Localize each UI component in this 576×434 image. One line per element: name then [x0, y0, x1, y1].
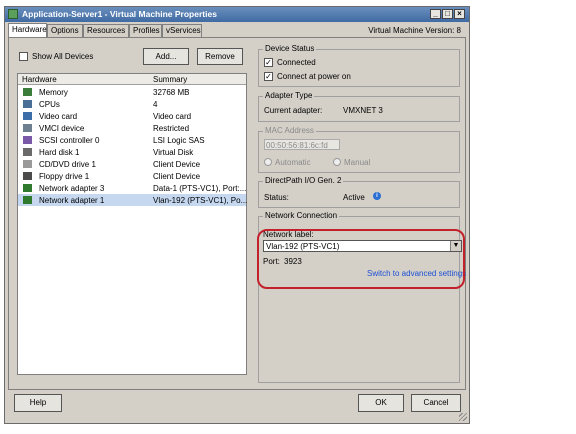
ok-button[interactable]: OK	[358, 394, 404, 412]
adapter-type-title: Adapter Type	[263, 91, 315, 100]
resize-grip[interactable]	[459, 413, 467, 421]
hardware-summary: Client Device	[153, 172, 201, 181]
hardware-summary: Restricted	[153, 124, 190, 133]
hardware-row[interactable]: Network adapter 1 Vlan-192 (PTS-VC1), Po.…	[18, 194, 248, 206]
directpath-group: DirectPath I/O Gen. 2 Status: Active i	[258, 176, 460, 208]
tab-resources[interactable]: Resources	[83, 24, 129, 37]
remove-button[interactable]: Remove	[197, 48, 243, 65]
hard-disk-icon	[23, 148, 32, 156]
hardware-row[interactable]: Network adapter 3 Data-1 (PTS-VC1), Port:…	[18, 182, 246, 194]
hardware-row[interactable]: Memory 32768 MB	[18, 86, 246, 98]
hardware-name: Memory	[39, 88, 68, 97]
current-adapter-value: VMXNET 3	[343, 106, 383, 115]
hardware-name: Floppy drive 1	[39, 172, 90, 181]
device-status-title: Device Status	[263, 44, 317, 53]
hardware-name: SCSI controller 0	[39, 136, 100, 145]
mac-address-title: MAC Address	[263, 126, 316, 135]
close-button[interactable]: ×	[454, 9, 465, 19]
cancel-button[interactable]: Cancel	[411, 394, 461, 412]
tab-vservices[interactable]: vServices	[162, 24, 202, 37]
mac-address-field[interactable]: 00:50:56:81:6c:fd	[264, 139, 340, 150]
add-button[interactable]: Add...	[143, 48, 189, 65]
vm-properties-window: Application-Server1 - Virtual Machine Pr…	[4, 6, 470, 424]
maximize-button[interactable]: □	[442, 9, 453, 19]
show-all-devices-checkbox[interactable]	[19, 52, 28, 61]
show-all-devices-label: Show All Devices	[32, 52, 94, 61]
vmci-icon	[23, 124, 32, 132]
column-summary[interactable]: Summary	[153, 75, 187, 84]
connect-at-power-on-label: Connect at power on	[277, 72, 351, 81]
scsi-icon	[23, 136, 32, 144]
floppy-icon	[23, 172, 32, 180]
hardware-row[interactable]: VMCI device Restricted	[18, 122, 246, 134]
tab-hardware[interactable]: Hardware	[8, 23, 47, 37]
hardware-list-header: Hardware Summary	[18, 74, 246, 85]
tab-profiles[interactable]: Profiles	[129, 24, 162, 37]
hardware-name: Network adapter 3	[39, 184, 105, 193]
hardware-row[interactable]: CD/DVD drive 1 Client Device	[18, 158, 246, 170]
mac-address-value: 00:50:56:81:6c:fd	[266, 141, 328, 150]
help-button[interactable]: Help	[14, 394, 62, 412]
hardware-summary: Client Device	[153, 160, 201, 169]
network-adapter-icon	[23, 196, 32, 204]
cd-dvd-icon	[23, 160, 32, 168]
hardware-name: Hard disk 1	[39, 148, 80, 157]
hardware-panel: Show All Devices Add... Remove Hardware …	[8, 37, 466, 390]
hardware-summary: 32768 MB	[153, 88, 190, 97]
hardware-row[interactable]: Hard disk 1 Virtual Disk	[18, 146, 246, 158]
hardware-name: Video card	[39, 112, 78, 121]
column-hardware[interactable]: Hardware	[22, 75, 57, 84]
title-bar[interactable]: Application-Server1 - Virtual Machine Pr…	[5, 7, 469, 22]
hardware-summary: Data-1 (PTS-VC1), Port:...	[153, 184, 247, 193]
vm-version-label: Virtual Machine Version: 8	[368, 26, 461, 35]
hardware-summary: LSI Logic SAS	[153, 136, 205, 145]
manual-label: Manual	[344, 158, 371, 167]
hardware-row[interactable]: Floppy drive 1 Client Device	[18, 170, 246, 182]
connected-checkbox[interactable]: ✓	[264, 58, 273, 67]
adapter-type-group: Adapter Type Current adapter: VMXNET 3	[258, 91, 460, 122]
directpath-status-label: Status:	[264, 193, 289, 202]
hardware-name: Network adapter 1	[39, 196, 105, 205]
network-connection-highlight	[257, 229, 465, 289]
mac-address-group: MAC Address 00:50:56:81:6c:fd Automatic …	[258, 126, 460, 173]
device-status-group: Device Status ✓ Connected ✓ Connect at p…	[258, 44, 460, 87]
minimize-button[interactable]: _	[430, 9, 441, 19]
connected-label: Connected	[277, 58, 316, 67]
network-adapter-icon	[23, 184, 32, 192]
hardware-row[interactable]: CPUs 4	[18, 98, 246, 110]
hardware-summary: Vlan-192 (PTS-VC1), Po...	[153, 196, 248, 205]
directpath-status-value: Active	[343, 193, 365, 202]
tab-options[interactable]: Options	[47, 24, 83, 37]
connect-at-power-on-checkbox[interactable]: ✓	[264, 72, 273, 81]
memory-icon	[23, 88, 32, 96]
video-card-icon	[23, 112, 32, 120]
automatic-radio[interactable]	[264, 158, 272, 166]
hardware-name: VMCI device	[39, 124, 85, 133]
hardware-name: CPUs	[39, 100, 60, 109]
manual-radio[interactable]	[333, 158, 341, 166]
hardware-summary: 4	[153, 100, 158, 109]
info-icon[interactable]: i	[373, 192, 381, 200]
cpu-icon	[23, 100, 32, 108]
hardware-name: CD/DVD drive 1	[39, 160, 96, 169]
hardware-summary: Virtual Disk	[153, 148, 194, 157]
directpath-title: DirectPath I/O Gen. 2	[263, 176, 344, 185]
current-adapter-label: Current adapter:	[264, 106, 323, 115]
window-title: Application-Server1 - Virtual Machine Pr…	[22, 9, 217, 19]
hardware-summary: Video card	[153, 112, 192, 121]
automatic-label: Automatic	[275, 158, 311, 167]
hardware-list: Hardware Summary Memory 32768 MB CPUs 4 Vide…	[17, 73, 247, 375]
hardware-row[interactable]: SCSI controller 0 LSI Logic SAS	[18, 134, 246, 146]
hardware-row[interactable]: Video card Video card	[18, 110, 246, 122]
network-connection-title: Network Connection	[263, 211, 340, 220]
vm-icon	[8, 9, 18, 19]
